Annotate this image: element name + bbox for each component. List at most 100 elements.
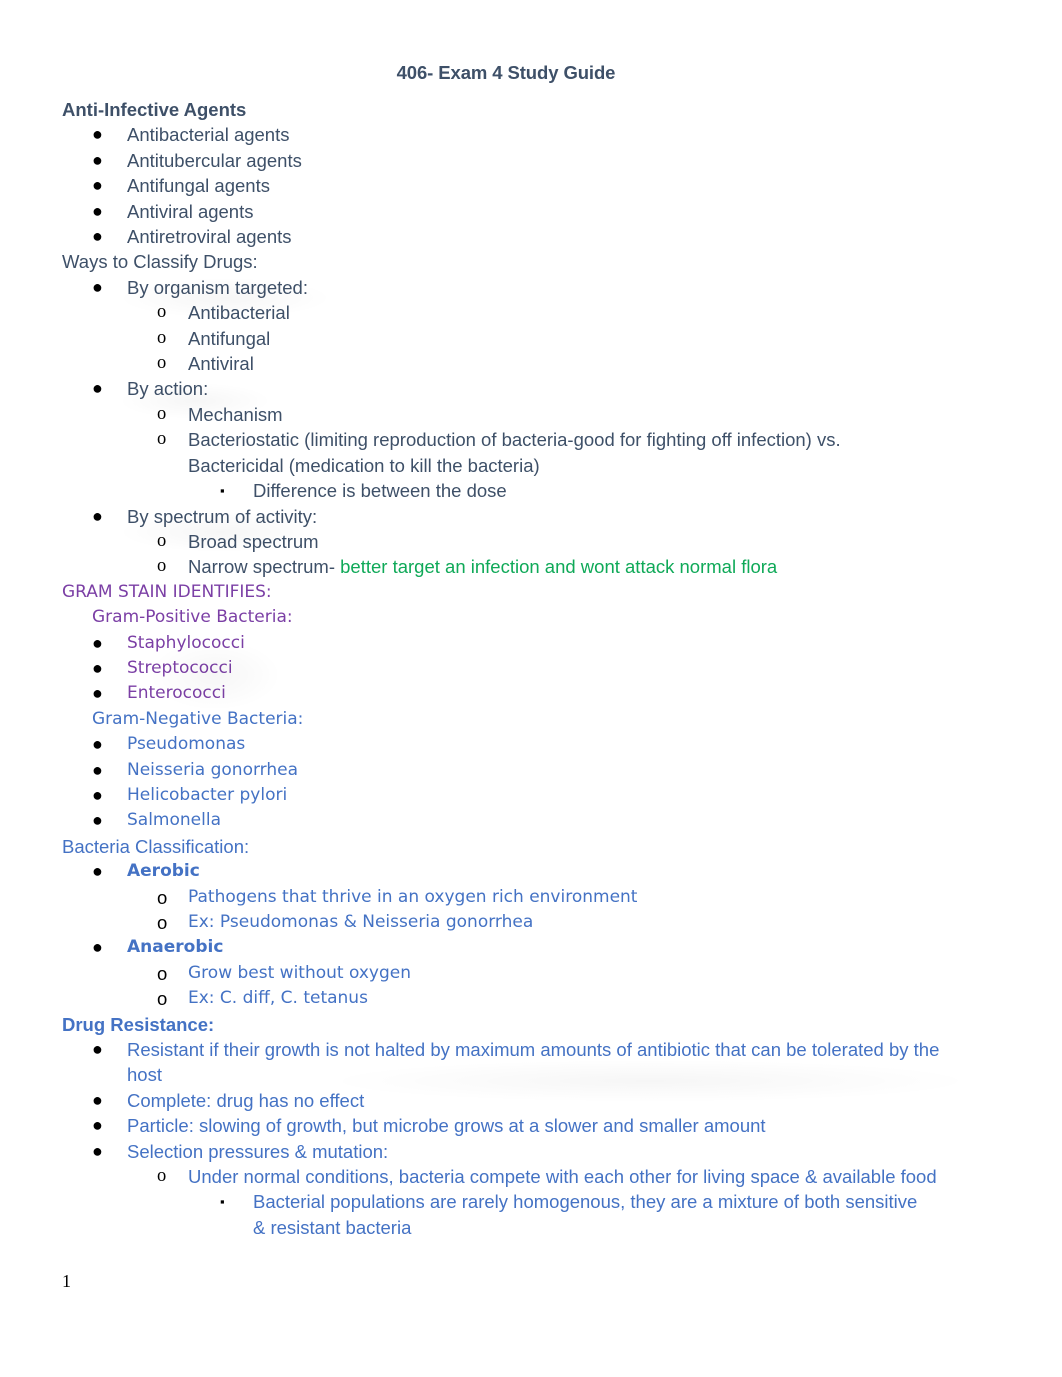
disc-bullet-icon: ● [92, 505, 103, 526]
square-bullet-icon: ▪ [220, 1194, 225, 1210]
page-title: 406- Exam 4 Study Guide [396, 62, 616, 83]
disc-bullet-icon: ● [92, 276, 103, 297]
square-bullet-icon: ▪ [220, 483, 225, 499]
list-item: o Antifungal [157, 326, 1000, 351]
list-item: ● Antiviral agents [92, 199, 1000, 224]
disc-bullet-icon: ● [92, 175, 103, 196]
disc-bullet-icon: ● [92, 759, 103, 780]
list-item-label: Staphylococci [127, 632, 245, 653]
circle-bullet-icon: o [157, 886, 168, 908]
list-item: o Bacteriostatic (limiting reproduction … [157, 427, 1000, 478]
list-item-label: Aerobic [127, 861, 200, 882]
list-item-label: Neisseria gonorrhea [127, 759, 299, 780]
list-item: ● Enterococci [92, 681, 1000, 706]
disc-bullet-icon: ● [92, 124, 103, 145]
list-item-label: Pathogens that thrive in an oxygen rich … [188, 886, 638, 907]
list-item-label: Antiviral agents [127, 200, 254, 222]
list-item: ● Antibacterial agents [92, 122, 1000, 147]
circle-bullet-icon: o [157, 988, 168, 1010]
list-item: ● Selection pressures & mutation: [92, 1139, 1000, 1164]
disc-bullet-icon: ● [92, 632, 103, 653]
list-item: o Broad spectrum [157, 529, 1000, 554]
circle-bullet-icon: o [157, 962, 168, 984]
list-item: ● Complete: drug has no effect [92, 1088, 1000, 1113]
circle-bullet-icon: o [157, 912, 168, 933]
disc-bullet-icon: ● [92, 149, 103, 170]
disc-bullet-icon: ● [92, 378, 103, 399]
list-item: o Antiviral [157, 351, 1000, 376]
narrow-spectrum-prefix: Narrow spectrum- [188, 556, 341, 578]
list-item-label: By action: [127, 378, 209, 400]
list-item: o Grow best without oxygen [157, 961, 1000, 986]
circle-bullet-icon: o [157, 403, 167, 424]
circle-bullet-icon: o [157, 327, 167, 348]
disc-bullet-icon: ● [92, 200, 103, 221]
list-item: ● Antiretroviral agents [92, 224, 1000, 249]
list-item: o Pathogens that thrive in an oxygen ric… [157, 885, 1000, 910]
list-item-label: Narrow spectrum- better target an infect… [188, 554, 1000, 579]
list-item-label: Under normal conditions, bacteria compet… [188, 1166, 937, 1188]
circle-bullet-icon: o [157, 429, 167, 450]
disc-bullet-icon: ● [92, 810, 103, 831]
list-item: ● Streptococci [92, 656, 1000, 681]
disc-bullet-icon: ● [92, 683, 103, 704]
circle-bullet-icon: o [157, 302, 167, 323]
circle-bullet-icon: o [157, 530, 167, 551]
list-item: ▪ Difference is between the dose [220, 478, 1000, 503]
list-item: ● Staphylococci [92, 631, 1000, 656]
list-item: ● Particle: slowing of growth, but micro… [92, 1113, 1000, 1138]
list-item-label: Ex: Pseudomonas & Neisseria gonorrhea [188, 912, 534, 932]
list-item: o Under normal conditions, bacteria comp… [157, 1164, 1000, 1189]
list-item: ● By spectrum of activity: [92, 504, 1000, 529]
list-item-label: Bacteriostatic (limiting reproduction of… [188, 429, 841, 476]
disc-bullet-icon: ● [92, 1115, 103, 1136]
circle-bullet-icon: o [157, 556, 167, 577]
list-item-label: Broad spectrum [188, 530, 319, 552]
list-item-label: Selection pressures & mutation: [127, 1140, 389, 1162]
document-page: 406- Exam 4 Study Guide Anti-Infective A… [0, 0, 1062, 1377]
list-item-label: By spectrum of activity: [127, 505, 318, 527]
list-item: o Narrow spectrum- better target an infe… [157, 554, 1000, 579]
list-item-label: Anaerobic [127, 937, 224, 958]
list-item-label: Bacterial populations are rarely homogen… [253, 1191, 918, 1238]
list-item: o Mechanism [157, 402, 1000, 427]
list-item-label: Complete: drug has no effect [127, 1089, 365, 1111]
disc-bullet-icon: ● [92, 734, 103, 755]
list-item-label: Grow best without oxygen [188, 962, 412, 983]
subheading-gram-positive: Gram-Positive Bacteria: [92, 607, 293, 628]
list-item: ▪ Bacterial populations are rarely homog… [220, 1189, 1000, 1240]
narrow-spectrum-highlight: better target an infection and wont atta… [340, 556, 778, 578]
list-item: ● By action: [92, 376, 1000, 401]
list-item-label: Helicobacter pylori [127, 784, 288, 805]
list-item: ● Salmonella [92, 808, 1000, 833]
disc-bullet-icon: ● [92, 226, 103, 247]
list-item-label: Mechanism [188, 403, 283, 425]
disc-bullet-icon: ● [92, 1089, 103, 1110]
list-item: ● By organism targeted: [92, 275, 1000, 300]
list-item: ● Resistant if their growth is not halte… [92, 1037, 1000, 1088]
list-item: o Antibacterial [157, 300, 1000, 325]
list-item: ● Aerobic [92, 859, 1000, 884]
circle-bullet-icon: o [157, 1166, 167, 1187]
list-item: o Ex: C. diff, C. tetanus [157, 986, 1000, 1011]
list-item-label: Antifungal agents [127, 175, 270, 197]
section-heading-classify-drugs: Ways to Classify Drugs: [62, 251, 258, 273]
section-heading-anti-infective: Anti-Infective Agents [62, 99, 247, 120]
list-item: o Ex: Pseudomonas & Neisseria gonorrhea [157, 910, 1000, 935]
section-heading-drug-resistance: Drug Resistance: [62, 1013, 215, 1035]
list-item-label: Streptococci [127, 657, 233, 678]
list-item-label: Antibacterial [188, 302, 290, 324]
list-item-label: Antiretroviral agents [127, 226, 292, 248]
list-item-label: By organism targeted: [127, 276, 308, 298]
disc-bullet-icon: ● [92, 1039, 103, 1060]
disc-bullet-icon: ● [92, 657, 103, 678]
list-item-label: Resistant if their growth is not halted … [127, 1039, 940, 1086]
list-item-label: Enterococci [127, 683, 226, 704]
list-item: ● Antifungal agents [92, 173, 1000, 198]
list-item-label: Difference is between the dose [253, 480, 507, 502]
disc-bullet-icon: ● [92, 861, 103, 882]
list-item-label: Ex: C. diff, C. tetanus [188, 988, 368, 1009]
list-item-label: Particle: slowing of growth, but microbe… [127, 1115, 766, 1137]
list-item-label: Antitubercular agents [127, 149, 302, 171]
list-item: ● Pseudomonas [92, 732, 1000, 757]
